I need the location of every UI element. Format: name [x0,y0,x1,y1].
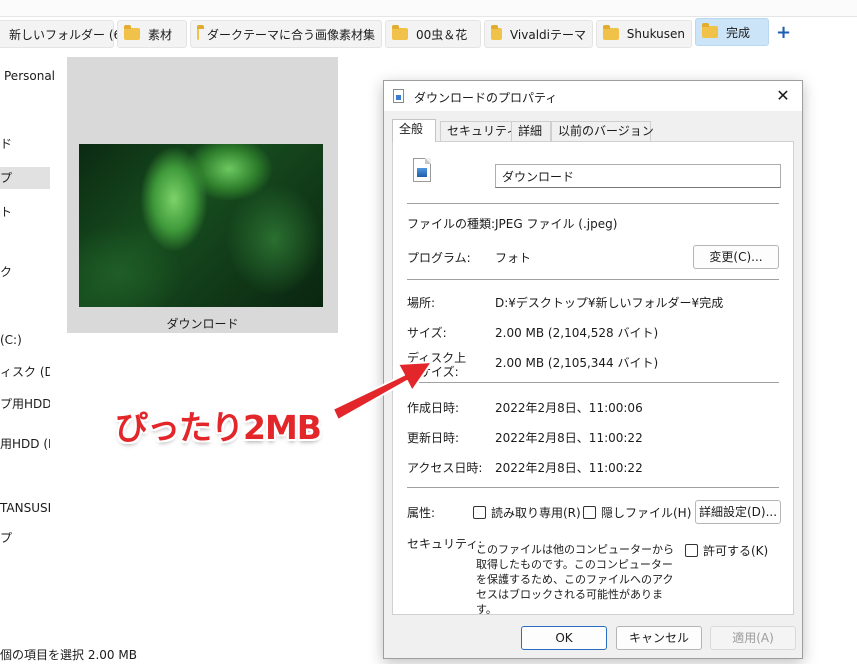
disk-size-label-line2: のサイズ: [407,365,459,379]
file-type-value: JPEG ファイル (.jpeg) [495,217,618,231]
fern-photo-thumbnail [79,144,323,307]
toolbar-strip [0,0,857,17]
tab-previous-versions[interactable]: 以前のバージョン [551,121,654,141]
nav-item-network[interactable]: TANSUSHI [0,497,50,519]
close-icon[interactable]: ✕ [772,85,794,107]
nav-item[interactable]: ク [0,261,50,283]
divider [407,382,779,383]
tab-label: 新しいフォルダー (6) [9,27,126,42]
tab-shukusen[interactable]: Shukusen [596,20,692,48]
attributes-label: 属性: [407,506,436,520]
properties-dialog: ダウンロードのプロパティ ✕ 全般 セキュリティ 詳細 以前のバージョン ダウン… [383,80,803,659]
divider [407,279,779,280]
hidden-checkbox[interactable]: 隠しファイル(H) [583,504,691,521]
ok-button[interactable]: OK [521,626,607,650]
nav-item[interactable]: ト [0,201,50,223]
tab-kansei[interactable]: 完成 [695,18,769,46]
size-value: 2.00 MB (2,104,528 バイト) [495,326,659,340]
file-name-label: ダウンロード [166,317,239,331]
nav-item-drive-d[interactable]: ィスク (D:) [0,361,50,383]
tab-general[interactable]: 全般 [392,119,436,142]
file-icon [393,89,404,103]
size-label: サイズ: [407,326,447,340]
location-value: D:¥デスクトップ¥新しいフォルダー¥完成 [495,296,724,310]
readonly-label: 読み取り専用(R) [491,506,581,520]
tab-dark-theme-images[interactable]: ダークテーマに合う画像素材集 [190,20,382,48]
program-label: プログラム: [407,251,471,265]
created-value: 2022年2月8日、11:00:06 [495,401,643,415]
tab-label: ダークテーマに合う画像素材集 [206,27,375,42]
general-tab-panel: ダウンロード ファイルの種類: JPEG ファイル (.jpeg) プログラム:… [392,141,794,616]
folder-icon [491,25,502,40]
tab-label: 完成 [726,25,751,40]
hidden-label: 隠しファイル(H) [601,506,692,520]
divider [407,487,779,488]
annotation-label: ぴったり2MB [115,408,322,447]
file-name-field[interactable]: ダウンロード [495,164,781,188]
modified-label: 更新日時: [407,431,460,445]
checkbox-icon [685,544,698,557]
program-value: フォト [495,251,532,265]
nav-item[interactable]: プ [0,527,50,549]
nav-item-personal[interactable]: Personal [4,65,54,87]
tab-new-folder-6[interactable]: 新しいフォルダー (6) [0,20,126,48]
created-label: 作成日時: [407,401,460,415]
file-thumbnail-item[interactable]: ダウンロード [67,57,338,333]
tab-label: 00虫＆花 [416,27,468,42]
security-message: このファイルは他のコンピューターから取得したものです。このコンピューターを保護す… [476,543,674,616]
nav-item-hdd[interactable]: プ用HDD ( [0,393,50,415]
allow-label: 許可する(K) [703,544,769,558]
navigation-pane: Personal ド プ ト ク (C:) ィスク (D:) プ用HDD ( 用… [0,56,54,646]
tab-label: Shukusen [626,27,685,41]
modified-value: 2022年2月8日、11:00:22 [495,431,643,445]
nav-item-drive-c[interactable]: (C:) [0,329,50,351]
divider [407,203,779,204]
accessed-value: 2022年2月8日、11:00:22 [495,461,643,475]
readonly-checkbox[interactable]: 読み取り専用(R) [473,504,581,521]
folder-icon [124,25,140,40]
file-type-label: ファイルの種類: [407,217,496,231]
checkbox-icon [583,506,596,519]
tab-insects-flowers[interactable]: 00虫＆花 [385,20,481,48]
apply-button[interactable]: 適用(A) [710,626,796,650]
security-label: セキュリティ: [407,537,483,551]
status-bar: 個の項目を選択 2.00 MB [0,648,137,662]
advanced-button[interactable]: 詳細設定(D)... [695,500,781,524]
change-program-button[interactable]: 変更(C)... [693,245,779,269]
dialog-titlebar[interactable]: ダウンロードのプロパティ ✕ [384,81,802,111]
add-tab-button[interactable]: + [776,22,791,43]
nav-item-selected[interactable]: プ [0,167,50,189]
folder-icon [197,25,204,40]
tab-label: 素材 [148,27,173,42]
nav-item-hdd-e[interactable]: 用HDD (E: [0,433,50,455]
dialog-title: ダウンロードのプロパティ [414,91,558,105]
jpeg-file-icon [413,158,431,182]
tab-sozai[interactable]: 素材 [117,20,187,48]
folder-icon [603,25,619,40]
folder-icon [392,25,408,40]
folder-tab-bar: 新しいフォルダー (6) 素材 ダークテーマに合う画像素材集 00虫＆花 Viv… [0,18,857,48]
location-label: 場所: [407,296,436,310]
checkbox-icon [473,506,486,519]
disk-size-value: 2.00 MB (2,105,344 バイト) [495,356,659,370]
nav-item[interactable]: ド [0,133,50,155]
tab-security[interactable]: セキュリティ [440,121,518,141]
folder-icon [702,23,718,38]
tab-details[interactable]: 詳細 [511,121,551,141]
tab-vivaldi-theme[interactable]: Vivaldiテーマ [484,20,593,48]
cancel-button[interactable]: キャンセル [616,626,702,650]
allow-checkbox[interactable]: 許可する(K) [685,542,768,559]
tab-label: Vivaldiテーマ [509,27,586,42]
accessed-label: アクセス日時: [407,461,483,475]
